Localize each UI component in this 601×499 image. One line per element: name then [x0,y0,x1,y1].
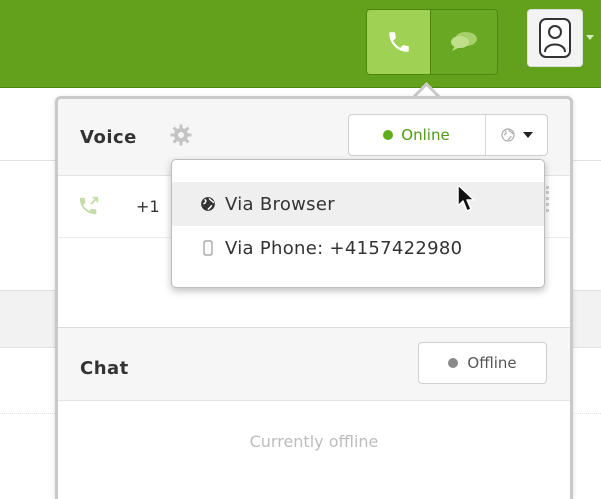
chat-bubbles-icon [451,32,477,51]
mouse-cursor-icon [457,184,475,212]
channel-toggle-group [366,9,498,75]
chevron-down-icon [522,132,533,138]
menu-item-label: Via Browser [225,193,335,215]
chat-title: Chat [80,358,129,379]
voice-mode-dropdown-toggle[interactable] [486,115,547,155]
online-status-dot [383,130,394,140]
top-bar [0,0,601,88]
menu-item-via-phone[interactable]: Via Phone: +4157422980 [172,226,544,270]
phone-icon [388,32,409,52]
globe-icon [500,128,515,142]
voice-mode-menu: Via Browser Via Phone: +4157422980 [171,159,545,288]
globe-icon [201,197,215,211]
chat-header: Chat Offline [58,327,570,401]
user-menu-button[interactable] [527,9,583,67]
chat-channel-button[interactable] [431,10,497,74]
chat-status-label: Offline [467,354,517,372]
mobile-phone-icon [203,240,213,256]
menu-item-label: Via Phone: +4157422980 [225,237,463,259]
user-avatar-icon [539,18,571,58]
voice-status-group: Online [348,114,548,156]
voice-online-button[interactable]: Online [349,115,484,155]
row-handle [546,186,552,212]
voice-status-label: Online [401,126,450,144]
chat-offline-message: Currently offline [249,432,379,451]
chat-offline-button[interactable]: Offline [418,342,547,384]
voice-channel-button[interactable] [367,10,430,74]
user-menu-caret-icon [586,35,594,40]
offline-status-dot [448,358,459,368]
menu-item-via-browser[interactable]: Via Browser [172,182,544,226]
caller-number: +1 [136,197,160,216]
communication-panel: Voice Online +1 Chat Offline Currently o… [55,96,573,499]
gear-icon[interactable] [169,123,193,147]
call-transfer-icon [79,196,99,215]
voice-title: Voice [80,127,137,148]
